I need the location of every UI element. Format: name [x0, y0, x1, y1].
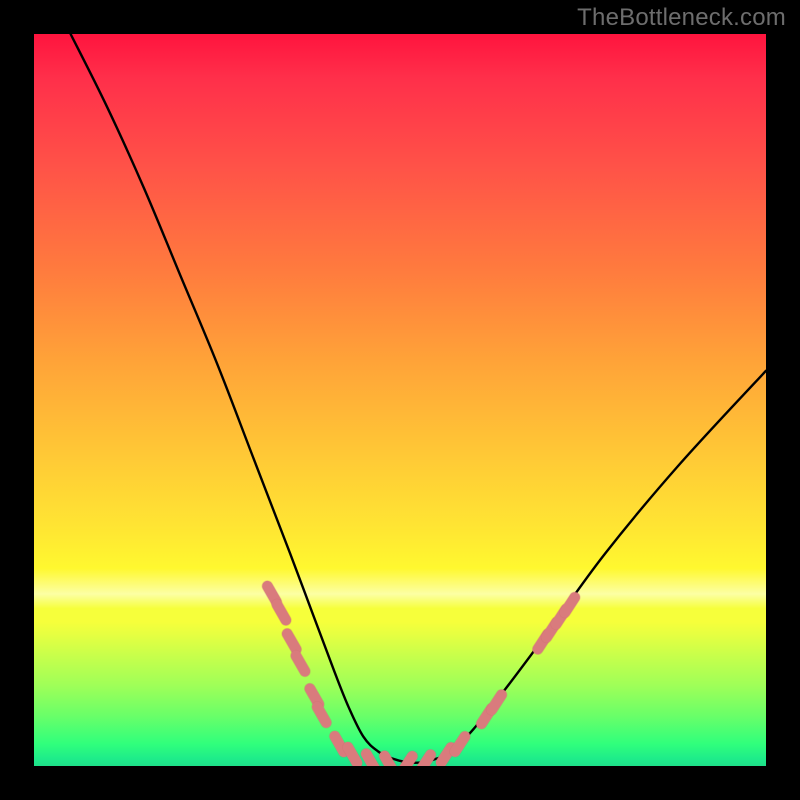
curve-marker [421, 755, 431, 766]
curve-marker [402, 756, 412, 766]
chart-frame: TheBottleneck.com [0, 0, 800, 800]
watermark-text: TheBottleneck.com [577, 4, 786, 32]
curve-line [71, 34, 766, 763]
plot-area [34, 34, 766, 766]
bottleneck-curve [34, 34, 766, 766]
